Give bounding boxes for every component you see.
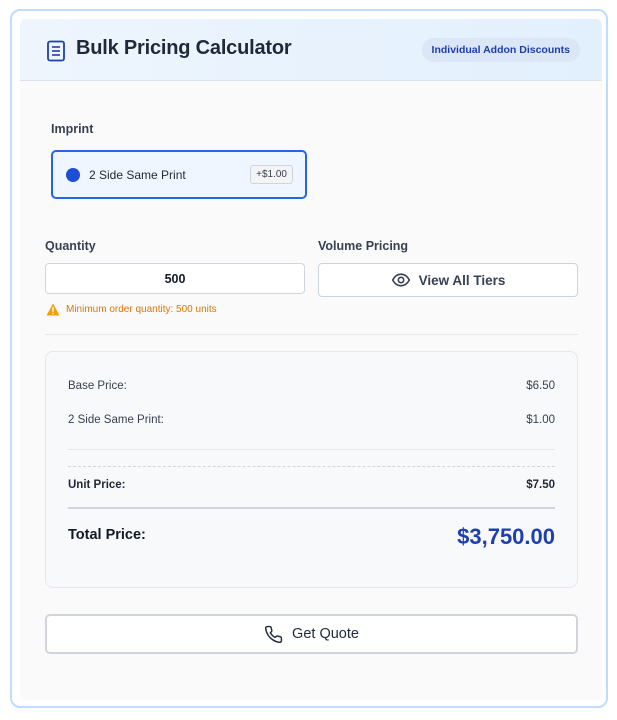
eye-icon [391,273,410,287]
base-price-value: $6.50 [526,380,555,392]
min-order-warning: Minimum order quantity: 500 units [46,303,217,316]
addon-price-label: 2 Side Same Print: [68,414,164,426]
imprint-label: Imprint [51,122,94,136]
section-divider [45,334,578,335]
volume-pricing-label: Volume Pricing [318,239,409,253]
discount-badge: Individual Addon Discounts [421,38,580,62]
total-divider [68,507,555,509]
summary-dashed-divider [68,466,555,467]
view-all-tiers-button[interactable]: View All Tiers [318,263,578,297]
imprint-option-label: 2 Side Same Print [89,168,186,182]
summary-divider [68,449,555,450]
calculator-card: Bulk Pricing Calculator Individual Addon… [10,9,608,708]
total-price-value: $3,750.00 [457,524,555,549]
base-price-label: Base Price: [68,380,127,392]
get-quote-label: Get Quote [292,626,359,642]
quantity-label: Quantity [45,239,96,253]
addon-price-value: $1.00 [526,414,555,426]
price-summary: Base Price: $6.50 2 Side Same Print: $1.… [45,351,578,588]
view-all-tiers-label: View All Tiers [418,272,506,288]
unit-price-value: $7.50 [526,479,555,491]
warning-text: Minimum order quantity: 500 units [66,304,217,315]
document-icon [47,40,65,62]
header: Bulk Pricing Calculator Individual Addon… [20,19,602,81]
radio-selected-indicator [66,168,80,182]
imprint-option-2-side-same-print[interactable]: 2 Side Same Print +$1.00 [51,150,307,199]
calculator-body: Bulk Pricing Calculator Individual Addon… [20,19,602,700]
unit-price-label: Unit Price: [68,479,126,491]
get-quote-button[interactable]: Get Quote [45,614,578,654]
total-price-label: Total Price: [68,527,146,543]
addon-price-tag: +$1.00 [250,165,293,184]
quantity-input[interactable] [45,263,305,294]
phone-icon [264,625,283,643]
warning-icon [46,303,60,316]
page-title: Bulk Pricing Calculator [76,37,292,59]
